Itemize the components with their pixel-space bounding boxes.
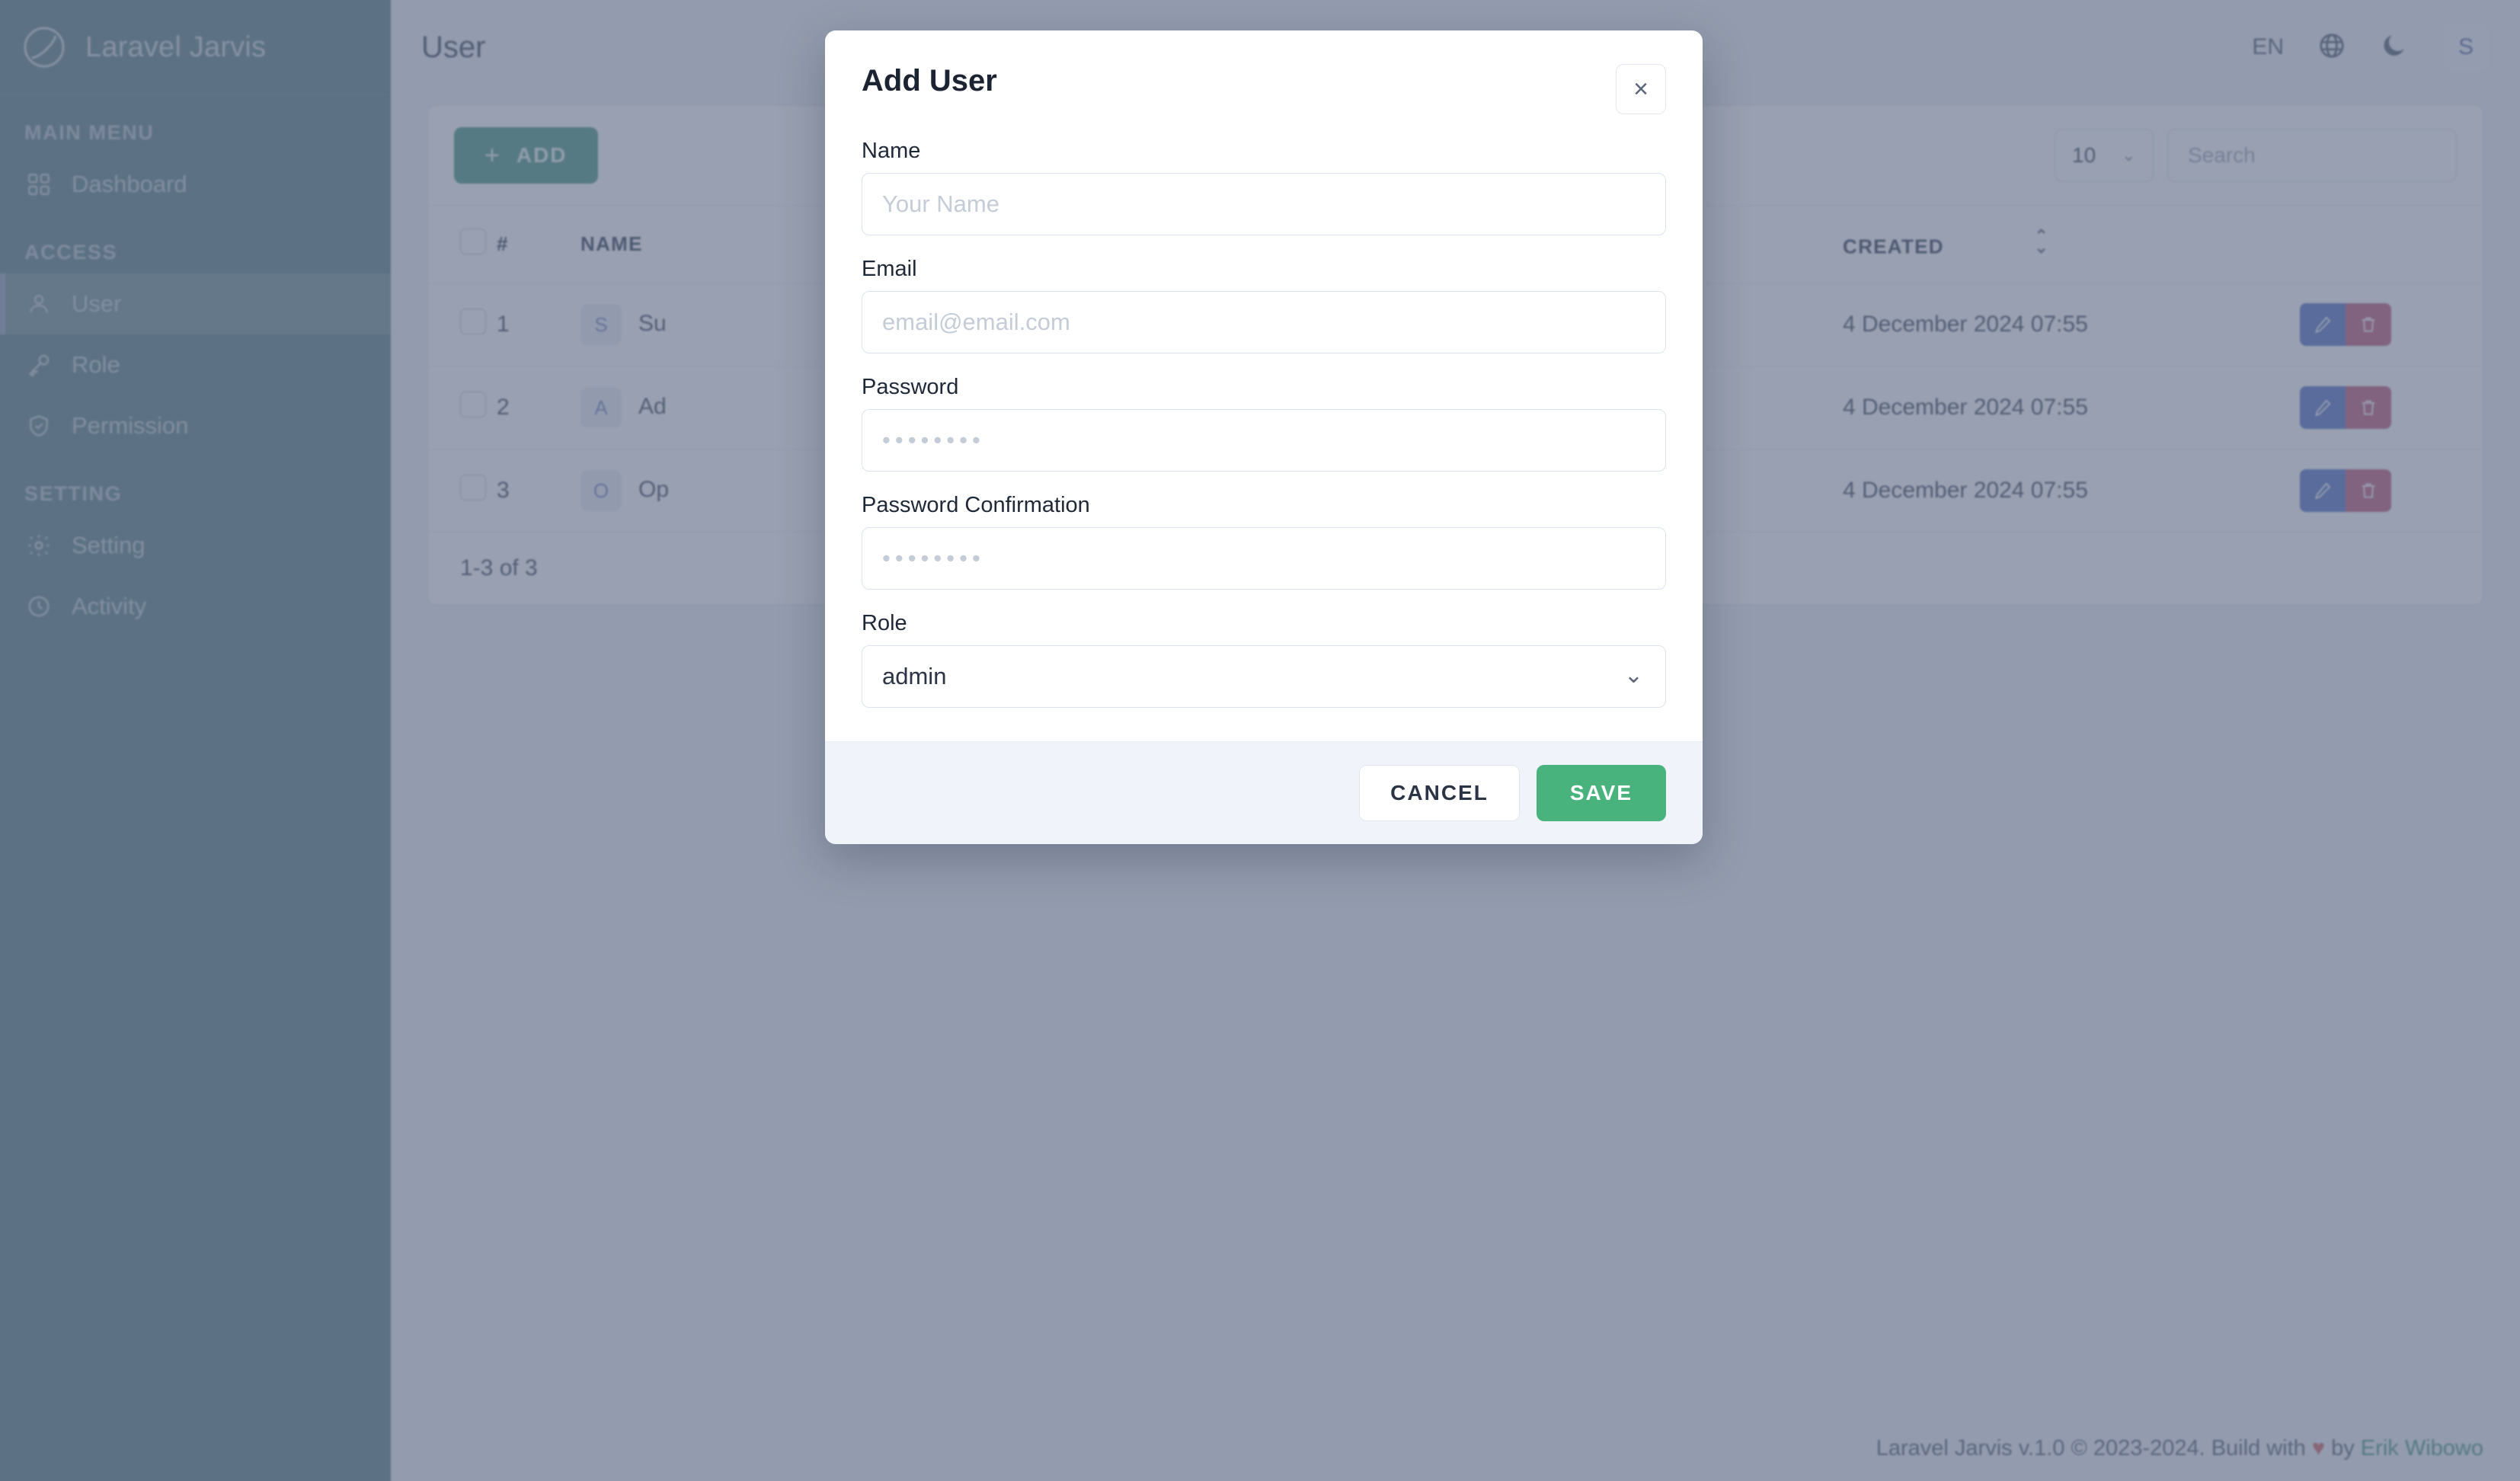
close-icon[interactable]: × (1616, 64, 1666, 114)
field-label-role: Role (862, 611, 907, 635)
email-input[interactable] (862, 291, 1666, 353)
field-password-confirmation: Password Confirmation (862, 493, 1666, 590)
cancel-button[interactable]: CANCEL (1359, 765, 1520, 821)
modal-title: Add User (862, 64, 997, 98)
password-input[interactable] (862, 409, 1666, 472)
add-user-modal: Add User × Name Email Password Password … (825, 30, 1703, 844)
field-label-email: Email (862, 257, 917, 281)
name-input[interactable] (862, 173, 1666, 235)
role-select-wrapper: ⌄ (862, 645, 1666, 708)
field-role: Role ⌄ (862, 611, 1666, 708)
modal-header: Add User × (825, 30, 1703, 122)
field-password: Password (862, 375, 1666, 472)
app-root: Laravel Jarvis MAIN MENU Dashboard ACCES… (0, 0, 2520, 1481)
role-select[interactable] (862, 645, 1666, 708)
password-confirmation-input[interactable] (862, 527, 1666, 590)
save-button[interactable]: SAVE (1536, 765, 1666, 821)
modal-footer: CANCEL SAVE (825, 741, 1703, 844)
field-name: Name (862, 139, 1666, 235)
field-label-password-confirmation: Password Confirmation (862, 493, 1090, 517)
modal-body: Name Email Password Password Confirmatio… (825, 122, 1703, 741)
field-label-password: Password (862, 375, 959, 399)
field-label-name: Name (862, 139, 921, 163)
field-email: Email (862, 257, 1666, 353)
